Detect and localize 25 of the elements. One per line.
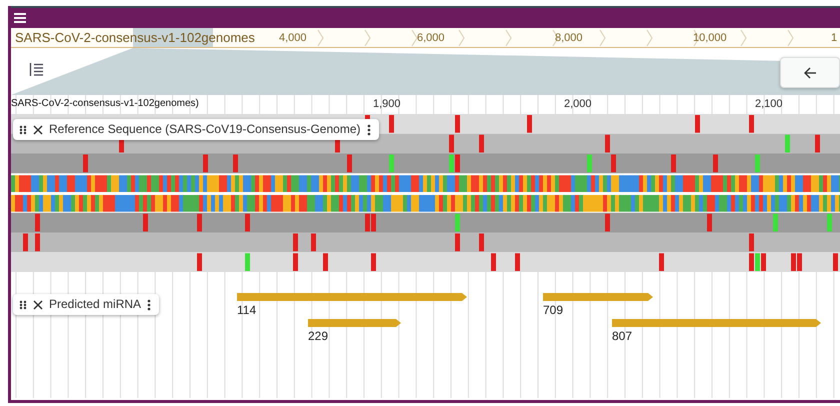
ruler-label: 1,900 [373,97,401,111]
scale-label: 8,000 [555,31,583,45]
assembly-label: SARS-CoV-2-consensus-v1-102genomes) [11,97,199,110]
ruler-label: 2,000 [564,97,592,111]
track-list-icon[interactable] [29,63,43,76]
close-icon[interactable] [33,300,43,310]
assembly-label: SARS-CoV-2-consensus-v1-102genomes [15,29,255,46]
kebab-menu-icon[interactable] [147,298,152,310]
kebab-menu-icon[interactable] [366,124,370,136]
menu-icon[interactable] [14,13,26,23]
scale-label: 4,000 [279,31,307,45]
drag-handle-icon[interactable] [19,124,27,134]
feature-label: 807 [612,329,632,343]
scale-label: 10,000 [693,31,727,45]
feature-label: 709 [543,303,564,317]
scale-label: 1 [831,31,838,45]
track-title: Reference Sequence (SARS-CoV19-Consensus-Genome) [49,122,360,137]
drag-handle-icon[interactable] [19,300,27,310]
back-arrow-icon[interactable] [804,66,816,78]
ruler-label: 2,100 [755,97,783,111]
track-title: Predicted miRNA [49,297,142,312]
close-icon[interactable] [33,124,43,134]
feature-label: 114 [237,303,256,317]
scale-label: 6,000 [417,31,445,45]
feature-label: 229 [308,329,328,343]
